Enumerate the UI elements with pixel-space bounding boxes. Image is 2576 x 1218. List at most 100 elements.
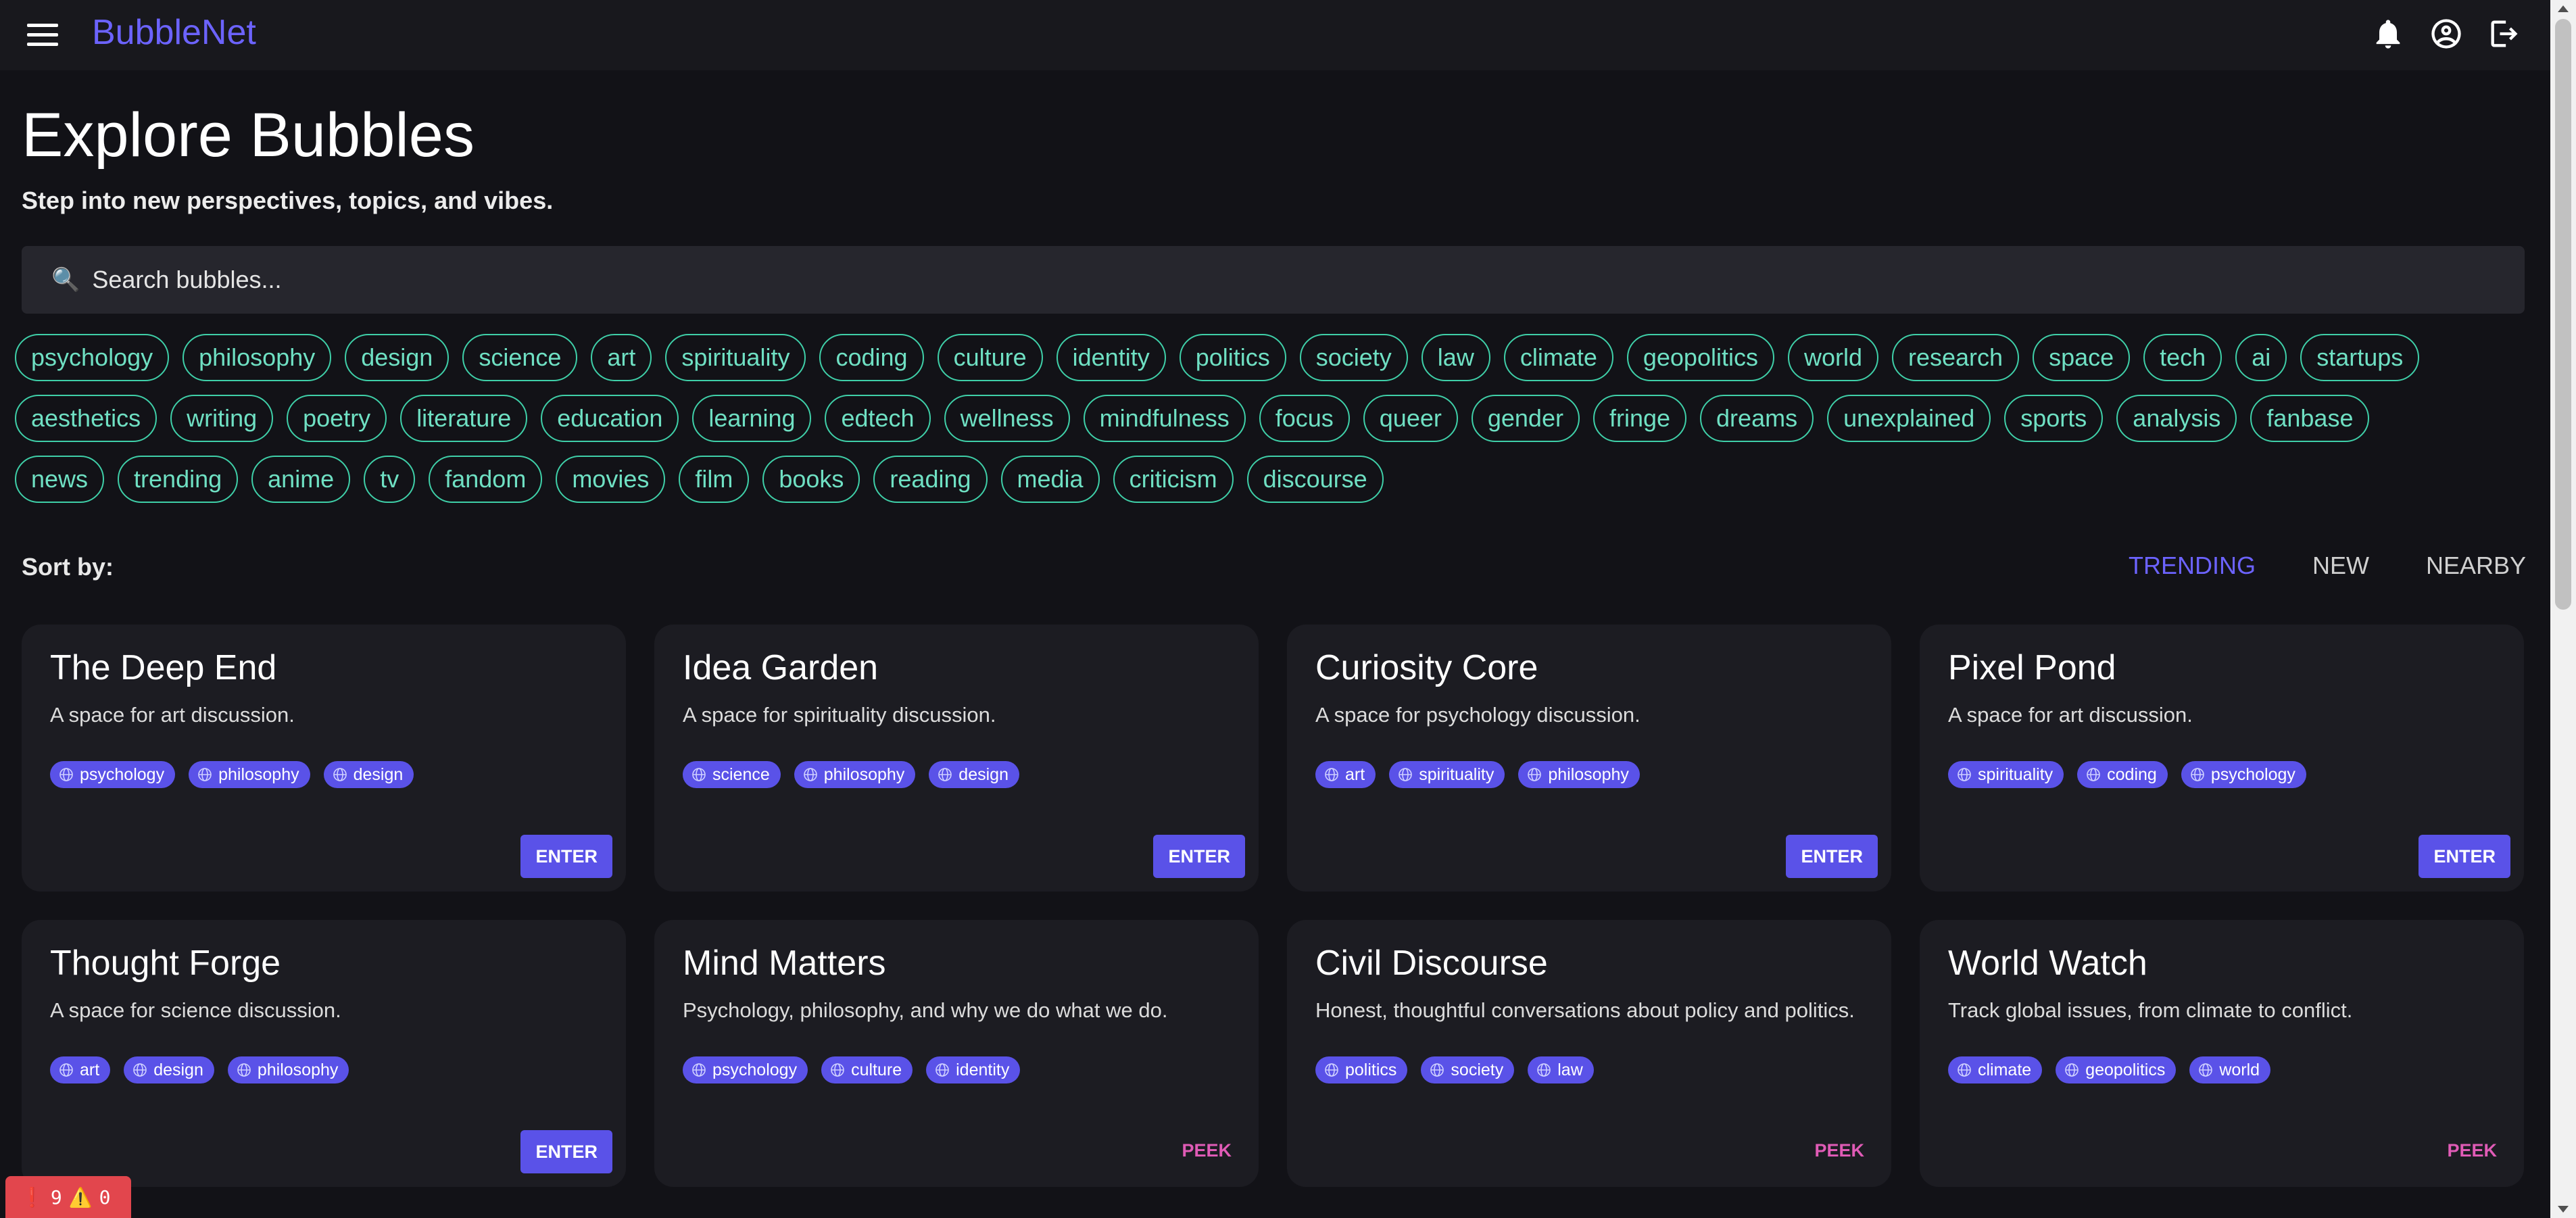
- sort-option-nearby[interactable]: NEARBY: [2426, 552, 2526, 580]
- scroll-down-arrow-icon[interactable]: [2558, 1206, 2569, 1213]
- tag-chip-coding[interactable]: coding: [819, 334, 924, 381]
- bubble-description: A space for science discussion.: [50, 998, 341, 1022]
- tag-chip-trending[interactable]: trending: [118, 456, 239, 503]
- tag-chip-gender[interactable]: gender: [1471, 395, 1580, 442]
- tag-chip-climate[interactable]: climate: [1503, 334, 1613, 381]
- enter-button[interactable]: ENTER: [520, 1130, 612, 1173]
- tag-chip-criticism[interactable]: criticism: [1113, 456, 1234, 503]
- peek-button[interactable]: PEEK: [2447, 1140, 2497, 1161]
- bubble-tag-label: psychology: [2210, 764, 2295, 784]
- tag-chip-film[interactable]: film: [679, 456, 750, 503]
- bubble-card[interactable]: Mind Matters Psychology, philosophy, and …: [654, 920, 1259, 1187]
- tag-chip-analysis[interactable]: analysis: [2116, 395, 2237, 442]
- tag-chip-education[interactable]: education: [541, 395, 679, 442]
- tag-chip-queer[interactable]: queer: [1363, 395, 1458, 442]
- tag-chip-focus[interactable]: focus: [1259, 395, 1350, 442]
- tag-chip-spirituality[interactable]: spirituality: [665, 334, 806, 381]
- tag-chip-writing[interactable]: writing: [170, 395, 274, 442]
- bubble-card[interactable]: The Deep End A space for art discussion. p…: [22, 625, 626, 892]
- bubble-tags: science philosophy design: [683, 761, 1230, 788]
- bubble-title: World Watch: [1948, 944, 2147, 983]
- tag-chip-world[interactable]: world: [1787, 334, 1878, 381]
- bubble-card[interactable]: Thought Forge A space for science discuss…: [22, 920, 626, 1187]
- globe-icon: [1956, 766, 1972, 783]
- tag-chip-edtech[interactable]: edtech: [825, 395, 931, 442]
- bubble-tag: design: [323, 761, 414, 788]
- tag-chip-art[interactable]: art: [591, 334, 652, 381]
- tag-chip-fanbase[interactable]: fanbase: [2250, 395, 2370, 442]
- tag-chip-sports[interactable]: sports: [2004, 395, 2104, 442]
- tag-chip-wellness[interactable]: wellness: [944, 395, 1070, 442]
- enter-button[interactable]: ENTER: [1153, 835, 1245, 878]
- tag-chip-dreams[interactable]: dreams: [1700, 395, 1814, 442]
- tag-chip-politics[interactable]: politics: [1179, 334, 1286, 381]
- globe-icon: [691, 1062, 707, 1078]
- bubble-card[interactable]: Idea Garden A space for spirituality disc…: [654, 625, 1259, 892]
- scrollbar[interactable]: [2550, 0, 2576, 1218]
- sort-option-trending[interactable]: TRENDING: [2129, 552, 2256, 580]
- tag-chip-movies[interactable]: movies: [556, 456, 666, 503]
- tag-chip-mindfulness[interactable]: mindfulness: [1083, 395, 1246, 442]
- scroll-up-arrow-icon[interactable]: [2558, 5, 2569, 12]
- bubble-card[interactable]: World Watch Track global issues, from cli…: [1920, 920, 2524, 1187]
- error-badge[interactable]: ❗ 9 ⚠️ 0: [5, 1176, 131, 1218]
- bubble-title: Idea Garden: [683, 648, 879, 687]
- menu-icon[interactable]: [27, 18, 61, 51]
- bubble-card[interactable]: Pixel Pond A space for art discussion. spi…: [1920, 625, 2524, 892]
- globe-icon: [132, 1062, 148, 1078]
- brand-logo[interactable]: BubbleNet: [92, 12, 256, 53]
- account-icon[interactable]: [2427, 15, 2465, 53]
- tag-chip-learning[interactable]: learning: [692, 395, 812, 442]
- bubble-card[interactable]: Curiosity Core A space for psychology dis…: [1287, 625, 1891, 892]
- scrollbar-thumb[interactable]: [2555, 19, 2571, 610]
- tag-chip-unexplained[interactable]: unexplained: [1827, 395, 1991, 442]
- tag-chip-tv[interactable]: tv: [364, 456, 416, 503]
- tag-chip-news[interactable]: news: [15, 456, 105, 503]
- top-actions: [2369, 15, 2523, 53]
- bubble-tag-label: politics: [1345, 1060, 1397, 1079]
- search-input[interactable]: [92, 266, 2458, 294]
- peek-button[interactable]: PEEK: [1814, 1140, 1864, 1161]
- tag-chip-psychology[interactable]: psychology: [15, 334, 170, 381]
- peek-button[interactable]: PEEK: [1182, 1140, 1232, 1161]
- bubble-description: A space for art discussion.: [1948, 703, 2193, 727]
- tag-chip-startups[interactable]: startups: [2300, 334, 2420, 381]
- tag-chip-aesthetics[interactable]: aesthetics: [15, 395, 157, 442]
- page-subtitle: Step into new perspectives, topics, and …: [22, 187, 554, 214]
- tag-row: news trending anime tv fandom movies film books…: [15, 456, 2516, 503]
- sort-option-new[interactable]: NEW: [2312, 552, 2369, 580]
- tag-chip-media[interactable]: media: [1000, 456, 1100, 503]
- bubble-tag-label: art: [1345, 764, 1365, 784]
- tag-chip-culture[interactable]: culture: [937, 334, 1043, 381]
- tag-chip-fringe[interactable]: fringe: [1593, 395, 1687, 442]
- tag-chip-tech[interactable]: tech: [2143, 334, 2222, 381]
- tag-chip-society[interactable]: society: [1299, 334, 1408, 381]
- tag-chip-fandom[interactable]: fandom: [429, 456, 543, 503]
- bell-icon[interactable]: [2369, 15, 2407, 53]
- bubble-card[interactable]: Civil Discourse Honest, thoughtful conver…: [1287, 920, 1891, 1187]
- tag-chip-reading[interactable]: reading: [873, 456, 988, 503]
- bubble-tags: politics society law: [1315, 1056, 1863, 1083]
- tag-chip-ai[interactable]: ai: [2235, 334, 2287, 381]
- tag-chip-design[interactable]: design: [345, 334, 449, 381]
- search-bar[interactable]: 🔍: [22, 246, 2525, 314]
- sort-options: TRENDING NEW NEARBY: [2129, 552, 2526, 580]
- globe-icon: [691, 766, 707, 783]
- tag-chip-research[interactable]: research: [1892, 334, 2020, 381]
- tag-chip-philosophy[interactable]: philosophy: [183, 334, 332, 381]
- tag-chip-science[interactable]: science: [462, 334, 578, 381]
- tag-chip-space[interactable]: space: [2033, 334, 2131, 381]
- enter-button[interactable]: ENTER: [520, 835, 612, 878]
- globe-icon: [829, 1062, 846, 1078]
- tag-chip-identity[interactable]: identity: [1056, 334, 1166, 381]
- tag-chip-books[interactable]: books: [762, 456, 860, 503]
- tag-chip-literature[interactable]: literature: [400, 395, 528, 442]
- tag-chip-poetry[interactable]: poetry: [287, 395, 387, 442]
- tag-chip-geopolitics[interactable]: geopolitics: [1626, 334, 1774, 381]
- logout-icon[interactable]: [2485, 15, 2523, 53]
- tag-chip-anime[interactable]: anime: [251, 456, 351, 503]
- enter-button[interactable]: ENTER: [1786, 835, 1878, 878]
- enter-button[interactable]: ENTER: [2419, 835, 2510, 878]
- tag-chip-law[interactable]: law: [1421, 334, 1490, 381]
- tag-chip-discourse[interactable]: discourse: [1246, 456, 1384, 503]
